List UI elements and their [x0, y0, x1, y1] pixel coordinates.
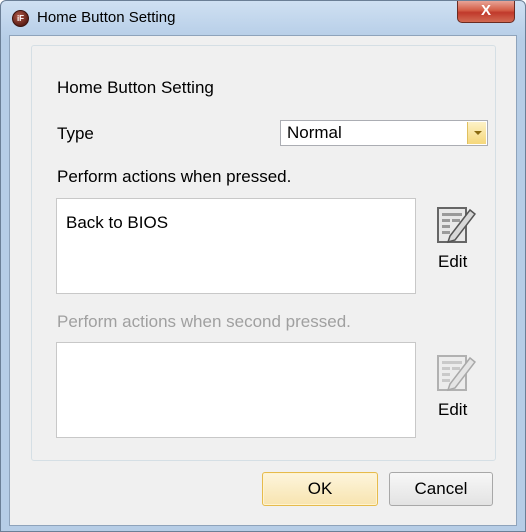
edit-icon [437, 355, 476, 392]
chevron-down-icon[interactable] [467, 122, 486, 144]
window-title: Home Button Setting [37, 9, 176, 26]
type-select[interactable]: Normal [280, 120, 488, 146]
list-item[interactable]: Back to BIOS [66, 213, 168, 233]
edit-second-pressed-actions-button[interactable]: Edit [430, 352, 480, 422]
cancel-button[interactable]: Cancel [389, 472, 493, 506]
edit-label: Edit [438, 252, 468, 271]
edit-icon [437, 207, 476, 244]
edit-pressed-actions-button[interactable]: Edit [430, 204, 480, 274]
close-button[interactable]: X [457, 1, 515, 23]
second-pressed-actions-list[interactable] [56, 342, 416, 438]
edit-label: Edit [438, 400, 468, 419]
pressed-actions-label: Perform actions when pressed. [57, 167, 292, 186]
type-select-value: Normal [287, 123, 342, 142]
pressed-actions-list[interactable]: Back to BIOS [56, 198, 416, 294]
type-label: Type [57, 124, 94, 143]
app-icon: iF [12, 10, 29, 27]
group-legend: Home Button Setting [54, 78, 217, 98]
close-icon: X [480, 2, 491, 19]
title-bar[interactable]: iF Home Button Setting X [1, 1, 525, 35]
second-pressed-actions-label: Perform actions when second pressed. [57, 312, 351, 331]
ok-button[interactable]: OK [262, 472, 378, 506]
